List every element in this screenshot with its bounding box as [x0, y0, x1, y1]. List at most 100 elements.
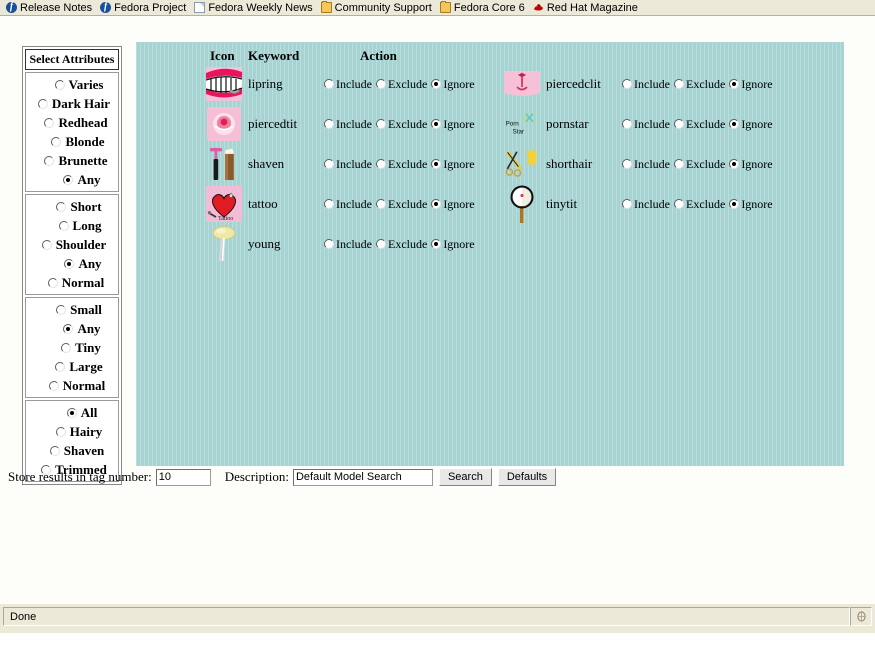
radio-button[interactable] [673, 199, 684, 209]
razor-icon[interactable] [206, 146, 242, 182]
bookmark-fedora-project[interactable]: Fedora Project [98, 1, 192, 14]
attribute-option-large[interactable]: Large [26, 357, 118, 376]
bookmark-fedora-weekly-news[interactable]: Fedora Weekly News [192, 2, 318, 14]
scissors-icon[interactable] [504, 146, 540, 182]
radio-button[interactable] [375, 199, 386, 209]
radio-button[interactable] [56, 304, 67, 315]
attribute-option-long[interactable]: Long [26, 216, 118, 235]
porn-star-icon[interactable]: Porn Star [504, 106, 540, 142]
attribute-option-hairy[interactable]: Hairy [26, 422, 118, 441]
radio-button[interactable] [61, 342, 72, 353]
attribute-option-dark-hair[interactable]: Dark Hair [26, 94, 118, 113]
radio-button[interactable] [673, 159, 684, 169]
attribute-option-any[interactable]: Any [26, 170, 118, 189]
action-option-exclude[interactable]: Exclude [375, 237, 429, 252]
radio-button[interactable] [41, 239, 52, 250]
radio-button[interactable] [622, 119, 632, 129]
radio-button[interactable] [729, 159, 740, 169]
radio-button[interactable] [51, 136, 62, 147]
magnifier-icon[interactable] [504, 185, 540, 223]
action-option-exclude[interactable]: Exclude [673, 77, 727, 92]
action-option-exclude[interactable]: Exclude [673, 117, 727, 132]
radio-button[interactable] [673, 119, 684, 129]
radio-button[interactable] [324, 199, 334, 209]
radio-button[interactable] [431, 79, 442, 89]
radio-button[interactable] [44, 117, 55, 128]
radio-button[interactable] [48, 380, 59, 391]
action-option-include[interactable]: Include [622, 117, 672, 132]
action-option-exclude[interactable]: Exclude [375, 157, 429, 172]
radio-button[interactable] [324, 119, 334, 129]
radio-button[interactable] [64, 258, 75, 269]
radio-button[interactable] [55, 361, 66, 372]
radio-button[interactable] [431, 119, 442, 129]
action-option-include[interactable]: Include [622, 197, 672, 212]
action-option-exclude[interactable]: Exclude [375, 77, 429, 92]
action-option-exclude[interactable]: Exclude [673, 157, 727, 172]
attribute-option-varies[interactable]: Varies [26, 75, 118, 94]
attribute-option-redhead[interactable]: Redhead [26, 113, 118, 132]
action-option-ignore[interactable]: Ignore [431, 237, 476, 252]
action-option-ignore[interactable]: Ignore [431, 77, 476, 92]
radio-button[interactable] [49, 445, 60, 456]
radio-button[interactable] [431, 199, 442, 209]
action-option-ignore[interactable]: Ignore [729, 157, 774, 172]
attribute-option-brunette[interactable]: Brunette [26, 151, 118, 170]
radio-button[interactable] [324, 239, 334, 249]
attribute-option-any[interactable]: Any [26, 254, 118, 273]
radio-button[interactable] [729, 79, 740, 89]
heart-tattoo-icon[interactable]: Tattoo [206, 186, 242, 222]
description-input[interactable] [292, 468, 433, 486]
radio-button[interactable] [37, 98, 48, 109]
radio-button[interactable] [622, 79, 632, 89]
lips-teeth-icon[interactable] [206, 66, 242, 102]
attribute-option-any[interactable]: Any [26, 319, 118, 338]
tag-number-input[interactable] [155, 468, 211, 486]
radio-button[interactable] [58, 220, 69, 231]
action-option-ignore[interactable]: Ignore [431, 157, 476, 172]
action-option-ignore[interactable]: Ignore [431, 117, 476, 132]
attribute-option-shaven[interactable]: Shaven [26, 441, 118, 460]
radio-button[interactable] [63, 323, 74, 334]
radio-button[interactable] [375, 239, 386, 249]
radio-button[interactable] [622, 199, 632, 209]
radio-button[interactable] [729, 119, 740, 129]
action-option-exclude[interactable]: Exclude [375, 117, 429, 132]
radio-button[interactable] [431, 239, 442, 249]
radio-button[interactable] [54, 79, 65, 90]
attribute-option-small[interactable]: Small [26, 300, 118, 319]
attribute-option-normal[interactable]: Normal [26, 376, 118, 395]
action-option-include[interactable]: Include [622, 157, 672, 172]
bookmark-community-support[interactable]: Community Support [319, 1, 438, 14]
bookmark-red-hat-magazine[interactable]: Red Hat Magazine [531, 2, 644, 14]
bookmark-fedora-core-6[interactable]: Fedora Core 6 [438, 1, 531, 14]
attribute-option-all[interactable]: All [26, 403, 118, 422]
attribute-option-tiny[interactable]: Tiny [26, 338, 118, 357]
radio-button[interactable] [324, 159, 334, 169]
radio-button[interactable] [44, 155, 55, 166]
action-option-ignore[interactable]: Ignore [729, 197, 774, 212]
piercing-icon[interactable] [504, 66, 540, 102]
attribute-option-normal[interactable]: Normal [26, 273, 118, 292]
action-option-include[interactable]: Include [324, 77, 374, 92]
radio-button[interactable] [673, 79, 684, 89]
lollipop-icon[interactable] [206, 226, 242, 262]
security-icon[interactable] [850, 607, 872, 626]
radio-button[interactable] [66, 407, 77, 418]
action-option-exclude[interactable]: Exclude [375, 197, 429, 212]
radio-button[interactable] [375, 159, 386, 169]
search-button[interactable]: Search [438, 468, 492, 486]
radio-button[interactable] [622, 159, 632, 169]
radio-button[interactable] [375, 79, 386, 89]
bookmark-release-notes[interactable]: Release Notes [4, 1, 98, 14]
action-option-include[interactable]: Include [324, 117, 374, 132]
pierced-nipple-icon[interactable] [206, 106, 242, 142]
radio-button[interactable] [729, 199, 740, 209]
action-option-include[interactable]: Include [324, 197, 374, 212]
action-option-ignore[interactable]: Ignore [431, 197, 476, 212]
action-option-ignore[interactable]: Ignore [729, 77, 774, 92]
attribute-option-short[interactable]: Short [26, 197, 118, 216]
radio-button[interactable] [63, 174, 74, 185]
defaults-button[interactable]: Defaults [497, 468, 557, 486]
action-option-include[interactable]: Include [324, 157, 374, 172]
